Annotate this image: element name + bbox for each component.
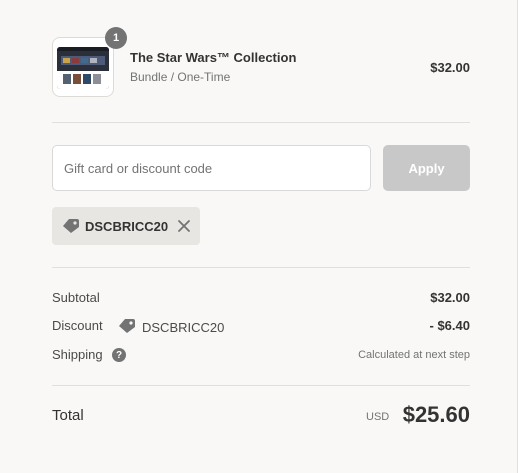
total-value: $25.60 — [402, 402, 470, 427]
applied-discount-code: DSCBRICC20 — [85, 219, 169, 234]
subtotal-value: $32.00 — [430, 290, 470, 305]
apply-button[interactable]: Apply — [383, 145, 470, 191]
divider — [52, 122, 470, 123]
product-image — [57, 47, 109, 89]
quantity-badge: 1 — [105, 27, 127, 49]
product-title: The Star Wars™ Collection — [130, 50, 297, 65]
discount-label: Discount — [52, 318, 103, 333]
close-icon[interactable] — [177, 219, 191, 233]
product-thumbnail: 1 — [52, 27, 127, 97]
shipping-label: Shipping — [52, 347, 103, 362]
currency-code: USD — [366, 411, 390, 423]
divider — [52, 385, 470, 386]
summary-discount-code: DSCBRICC20 — [142, 320, 225, 335]
discount-code-info: DSCBRICC20 — [118, 318, 224, 337]
tag-icon — [62, 218, 80, 239]
panel-edge — [518, 0, 523, 473]
applied-discount-chip: DSCBRICC20 — [52, 207, 200, 245]
cart-line-item: 1 The Star Wars™ Collection Bundle / One… — [52, 27, 470, 99]
tag-icon — [118, 318, 136, 337]
shipping-value: Calculated at next step — [358, 349, 470, 361]
product-price: $32.00 — [430, 60, 470, 75]
discount-value: - $6.40 — [429, 318, 470, 333]
discount-code-input[interactable] — [52, 145, 371, 191]
subtotal-label: Subtotal — [52, 290, 100, 305]
question-circle-icon[interactable]: ? — [112, 348, 126, 362]
total-label: Total — [52, 407, 84, 424]
divider — [52, 267, 470, 268]
product-variant: Bundle / One-Time — [130, 70, 231, 84]
